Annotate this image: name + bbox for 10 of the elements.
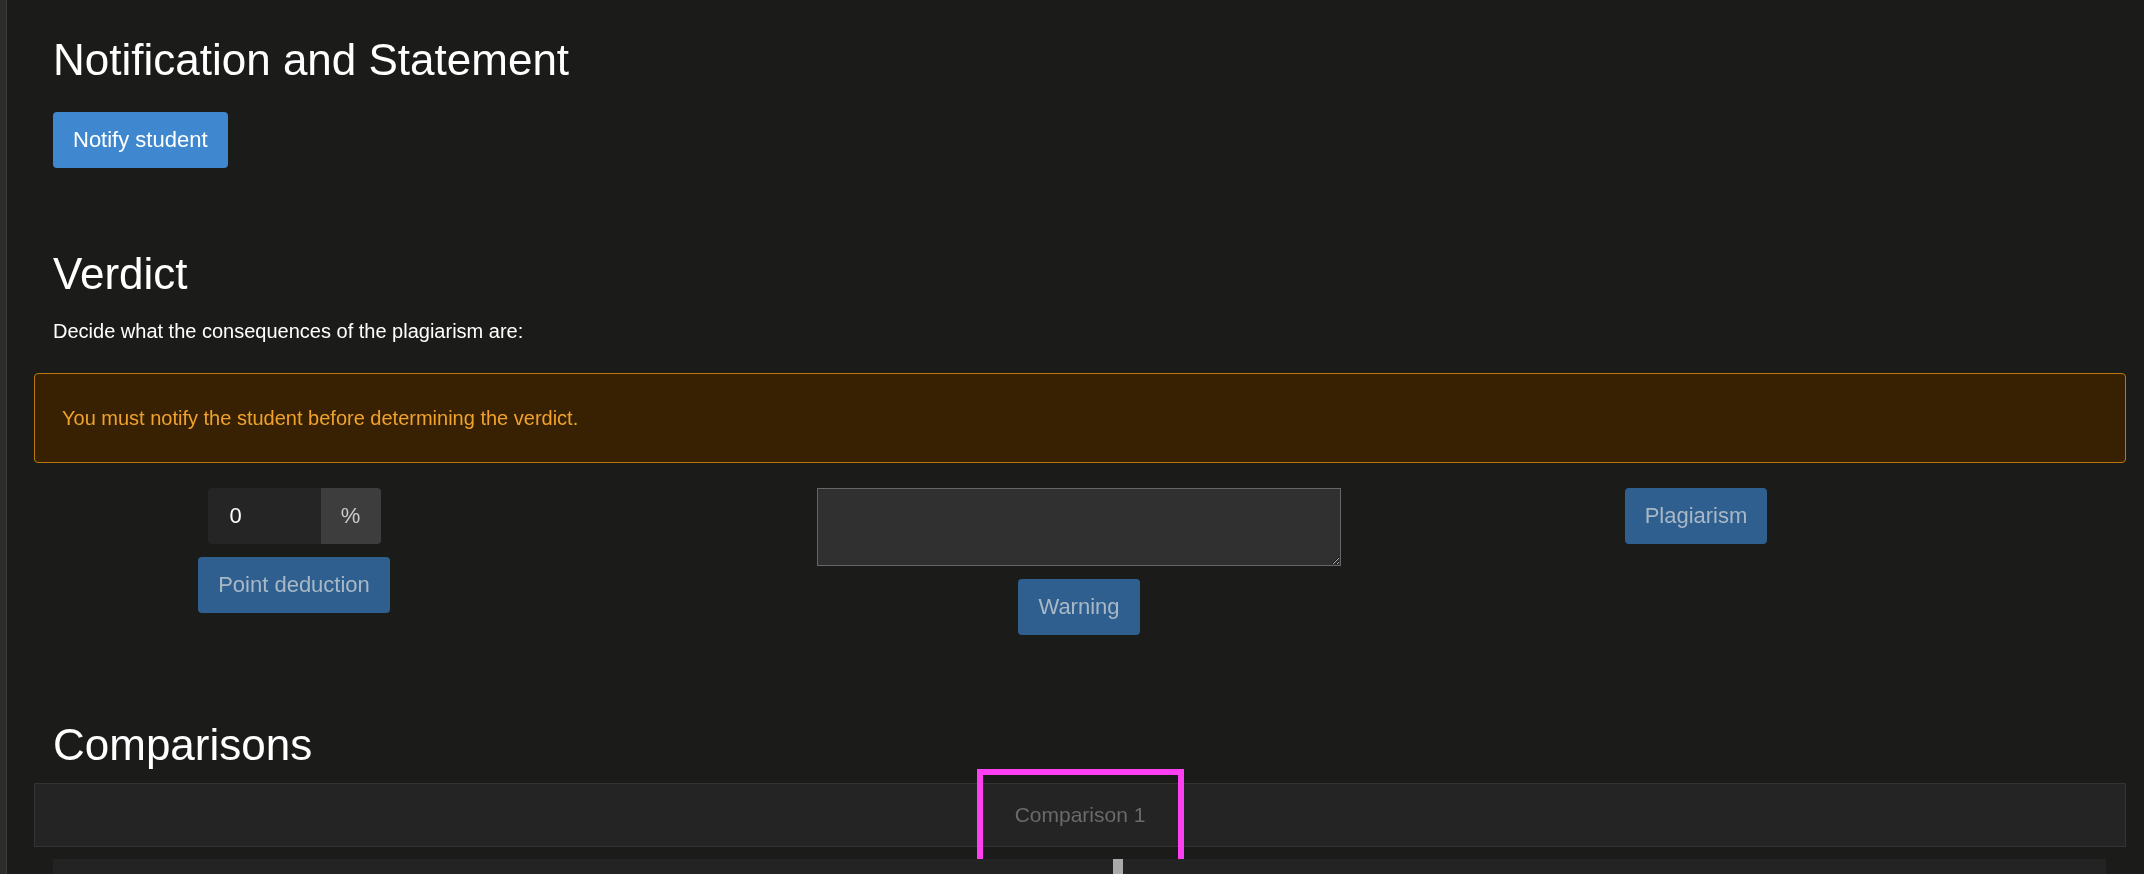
notify-student-button[interactable]: Notify student	[53, 112, 228, 168]
section-title: Comparisons	[52, 719, 314, 771]
warning-alert: You must notify the student before determining the verdict.	[34, 373, 2126, 463]
percent-addon: %	[320, 488, 381, 544]
section-title: Verdict	[52, 248, 189, 300]
section-title: Notification and Statement	[52, 34, 571, 86]
comparison-tab[interactable]: Comparison 1	[1010, 803, 1150, 827]
percent-input[interactable]: 0	[207, 488, 321, 544]
description-text: Decide what the consequences of the plagiarism are:	[53, 320, 525, 343]
comment-textarea[interactable]	[817, 488, 1341, 566]
